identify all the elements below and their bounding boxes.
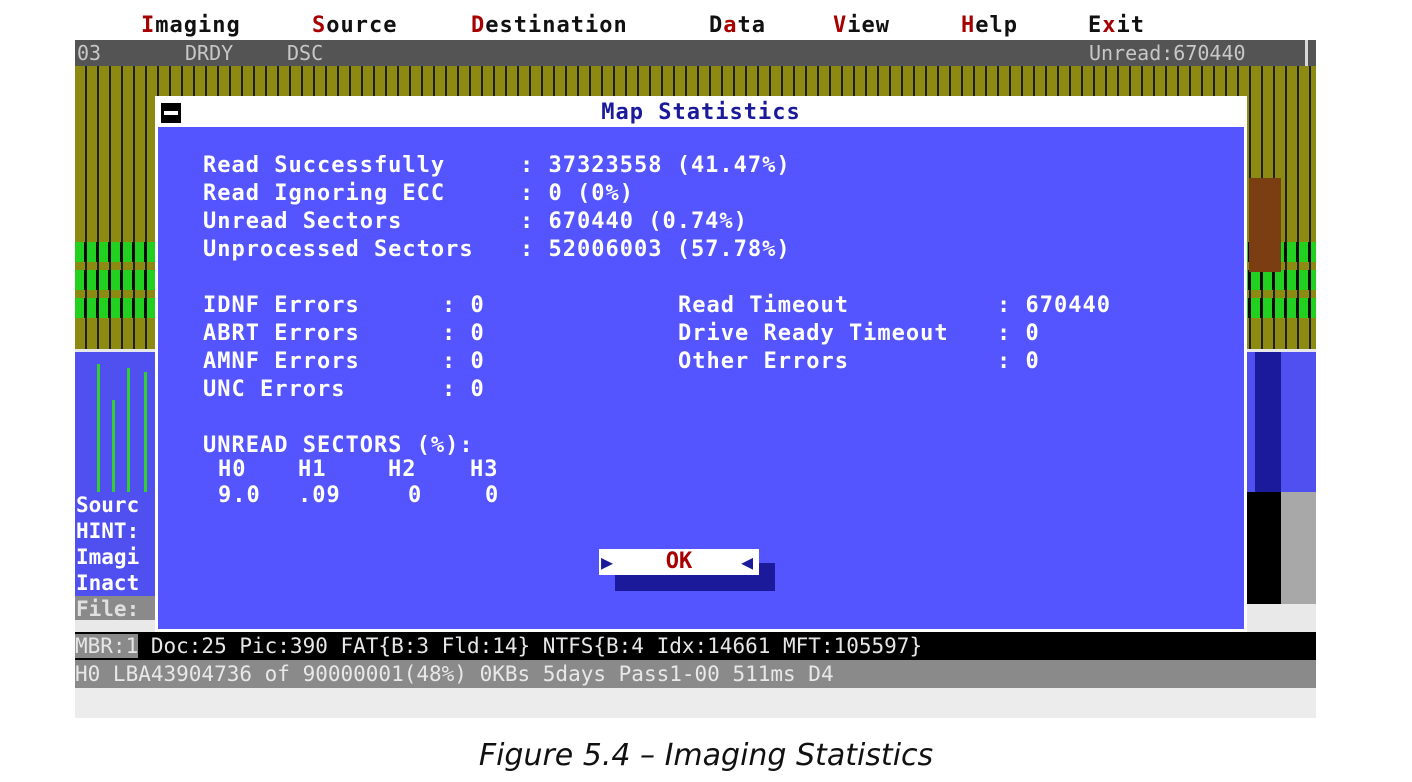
head-label: H1: [298, 457, 327, 482]
stat-value: : 0 (0%): [520, 181, 634, 206]
ok-button-label: OK: [665, 549, 693, 574]
head-label: H2: [388, 457, 417, 482]
graph-bar: [97, 364, 100, 492]
side-hint-label: HINT:: [76, 519, 140, 543]
head-value: 0: [408, 483, 423, 508]
stat-label: Unread Sectors: [203, 209, 503, 234]
menu-data[interactable]: Data: [709, 13, 766, 38]
graph-bar: [144, 372, 147, 492]
dialog-title: Map Statistics: [601, 100, 801, 125]
error-value: : 0: [997, 321, 1040, 346]
figure-caption: Figure 5.4 – Imaging Statistics: [478, 738, 934, 773]
head-value: 0: [485, 483, 500, 508]
head-value: 9.0: [218, 483, 261, 508]
status-dsc: DSC: [287, 41, 324, 65]
error-value: : 0: [442, 321, 485, 346]
head-value: .09: [298, 483, 341, 508]
graph-bar: [112, 400, 115, 492]
stat-label: Read Successfully: [203, 153, 503, 178]
side-file-label: File:: [75, 596, 157, 621]
arrow-left-icon: ◀: [741, 550, 754, 574]
status-divider: [1305, 40, 1308, 66]
progress-info-line: H0 LBA43904736 of 90000001(48%) 0KBs 5da…: [75, 660, 1316, 688]
stat-label: Unprocessed Sectors: [203, 237, 488, 262]
menu-help[interactable]: Help: [961, 13, 1018, 38]
error-label: UNC Errors: [203, 377, 346, 402]
mbr-label: MBR:1: [75, 634, 139, 658]
stat-value: : 37323558 (41.47%): [520, 153, 791, 178]
stat-value: : 52006003 (57.78%): [520, 237, 791, 262]
error-label: Read Timeout: [678, 293, 849, 318]
error-label: IDNF Errors: [203, 293, 360, 318]
right-gray-panel: [1281, 492, 1316, 604]
menu-source[interactable]: Source: [312, 13, 397, 38]
error-value: : 0: [442, 293, 485, 318]
side-source-label: Sourc: [76, 493, 140, 517]
menu-view[interactable]: View: [833, 13, 890, 38]
error-value: : 0: [442, 349, 485, 374]
close-box-icon[interactable]: [161, 103, 181, 123]
error-value: : 670440: [997, 293, 1111, 318]
side-inactive-label: Inact: [76, 571, 140, 595]
right-black-panel: [1245, 492, 1281, 604]
error-label: Other Errors: [678, 349, 849, 374]
side-imaging-label: Imagi: [76, 545, 140, 569]
menu-destination[interactable]: Destination: [471, 13, 628, 38]
ok-button[interactable]: ▶ OK ◀: [599, 549, 759, 575]
error-value: : 0: [997, 349, 1040, 374]
stat-value: : 670440 (0.74%): [520, 209, 748, 234]
status-drdy: DRDY: [185, 41, 234, 65]
error-label: ABRT Errors: [203, 321, 360, 346]
error-label: Drive Ready Timeout: [678, 321, 949, 346]
head-label: H0: [218, 457, 247, 482]
mbr-details: Doc:25 Pic:390 FAT{B:3 Fld:14} NTFS{B:4 …: [138, 634, 923, 658]
head-label: H3: [470, 457, 499, 482]
error-label: AMNF Errors: [203, 349, 360, 374]
status-code: 03: [77, 41, 102, 65]
dos-screen: Imaging Source Destination Data View Hel…: [75, 12, 1316, 718]
side-info-panel: Sourc HINT: Imagi Inact File:: [75, 492, 157, 621]
error-value: : 0: [442, 377, 485, 402]
unread-heading: UNREAD SECTORS (%):: [203, 433, 474, 458]
map-statistics-dialog: Map Statistics Read Successfully : 37323…: [155, 96, 1247, 632]
menu-exit[interactable]: Exit: [1088, 13, 1145, 38]
mbr-info-line: MBR:1 Doc:25 Pic:390 FAT{B:3 Fld:14} NTF…: [75, 632, 1316, 660]
graph-bar: [127, 368, 130, 492]
status-row: 03 DRDY DSC Unread:670440: [75, 40, 1316, 66]
screen-bottom-bar: [75, 688, 1316, 718]
menu-bar: Imaging Source Destination Data View Hel…: [75, 12, 1316, 40]
menu-imaging[interactable]: Imaging: [141, 13, 241, 38]
stat-label: Read Ignoring ECC: [203, 181, 503, 206]
unread-counter: Unread:670440: [1089, 41, 1246, 65]
dialog-title-bar: Map Statistics: [158, 99, 1244, 127]
map-block-marked: [1249, 178, 1281, 272]
